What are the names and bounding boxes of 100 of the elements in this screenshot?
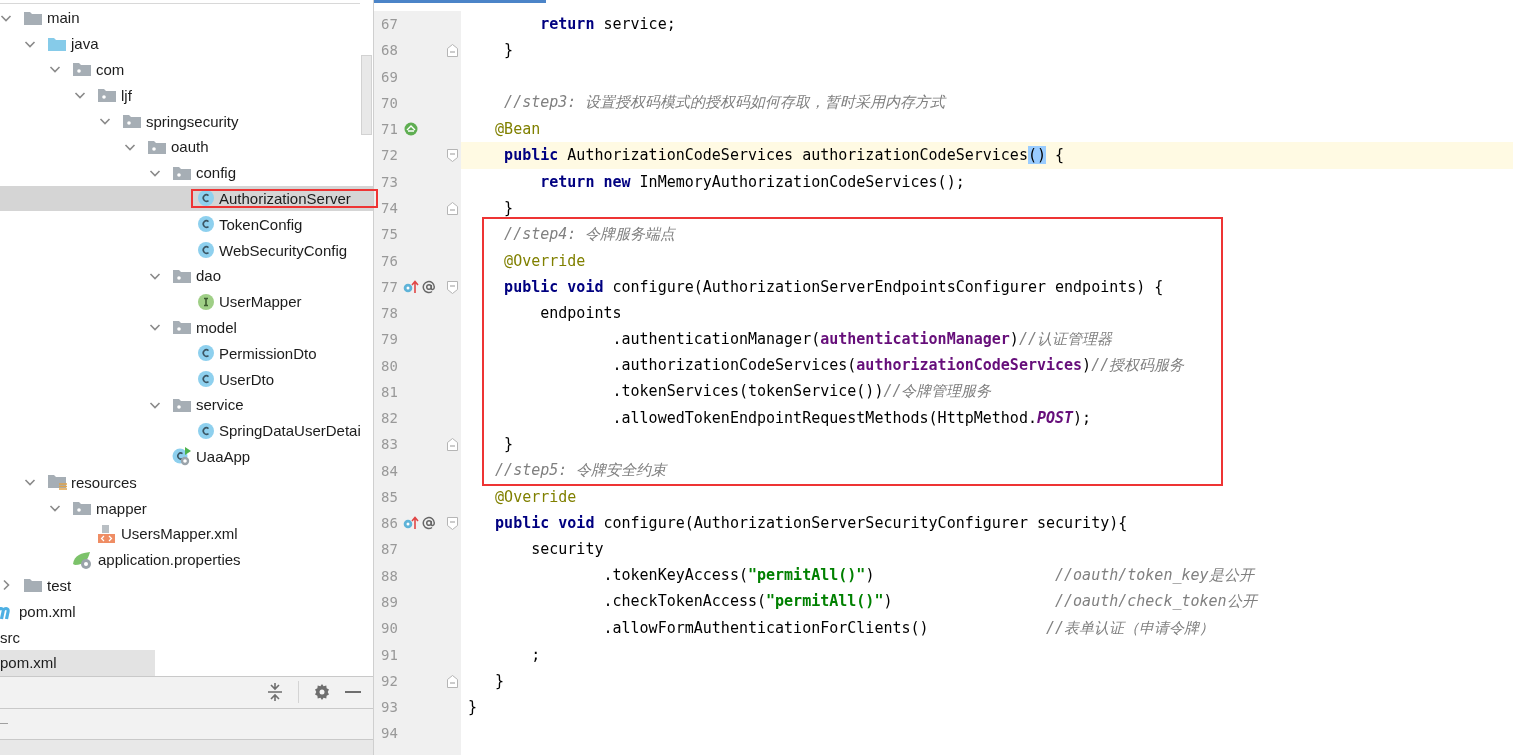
line-number: 87 (381, 541, 399, 558)
tree-item[interactable]: dao (0, 262, 373, 289)
package-icon (72, 500, 92, 517)
tree-item[interactable]: SpringDataUserDetai (0, 417, 373, 444)
line-number: 81 (381, 383, 399, 400)
line-number: 77 (381, 278, 399, 295)
code-line: .allowedTokenEndpointRequestMethods(HttpMethod.POST); (611, 409, 1092, 428)
package-icon (147, 138, 167, 155)
folder-icon (23, 577, 43, 594)
dash-icon (0, 722, 8, 725)
tree-item[interactable]: test (0, 572, 373, 599)
line-number: 74 (381, 200, 399, 216)
fold-marker-icon[interactable] (447, 149, 458, 163)
line-number: 69 (381, 68, 399, 85)
line-number: 79 (381, 331, 399, 348)
tree-item[interactable]: model (0, 314, 373, 341)
code-line: return service; (539, 15, 676, 34)
line-number: 86 (381, 515, 399, 532)
line-number: 82 (381, 410, 399, 427)
code-line: //step3: 设置授权码模式的授权码如何存取，暂时采用内存方式 (503, 93, 946, 113)
line-number: 88 (381, 567, 399, 584)
code-line: //step4: 令牌服务端点 (503, 224, 676, 244)
package-icon (97, 87, 117, 104)
line-number: 90 (381, 620, 399, 637)
tree-item[interactable]: com (0, 56, 373, 83)
package-icon (172, 396, 192, 413)
class-icon (197, 215, 215, 234)
line-number: 89 (381, 593, 399, 610)
xml-file-icon (97, 523, 117, 544)
fold-marker-icon[interactable] (447, 438, 458, 452)
scrollbar-thumb[interactable] (361, 55, 372, 135)
code-line: public void configure(AuthorizationServerSecurityConfigurer security){ (494, 514, 1128, 533)
tree-item[interactable]: TokenConfig (0, 211, 373, 238)
at-sign-icon[interactable] (422, 279, 436, 294)
package-icon (172, 164, 192, 181)
fold-marker-icon[interactable] (447, 517, 458, 531)
settings-icon[interactable] (313, 683, 331, 702)
tree-item[interactable]: java (0, 30, 373, 57)
tree-item[interactable]: ljf (0, 82, 373, 109)
line-number: 93 (381, 699, 399, 716)
tree-item[interactable]: service (0, 391, 373, 418)
at-sign-icon[interactable] (422, 516, 436, 531)
tree-item[interactable]: application.properties (0, 546, 373, 573)
package-icon (172, 267, 192, 284)
project-item[interactable]: pom.xml (0, 649, 155, 676)
run-class-icon (172, 446, 192, 467)
line-number: 91 (381, 646, 399, 663)
fold-marker-icon[interactable] (447, 201, 458, 215)
collapse-all-icon[interactable] (266, 683, 284, 702)
resources-folder-icon (47, 473, 67, 492)
project-item[interactable]: pom.xml (0, 598, 373, 625)
tree-item[interactable]: AuthorizationServer (0, 185, 373, 212)
tree-item[interactable]: mapper (0, 495, 373, 521)
line-number: 67 (381, 16, 399, 33)
package-icon (172, 319, 192, 336)
interface-icon (197, 292, 215, 311)
tree-item[interactable]: UserDto (0, 366, 373, 392)
code-line: .authorizationCodeServices(authorizationCodeServices)//授权码服务 (611, 356, 1185, 376)
line-number: 75 (381, 226, 399, 243)
fold-marker-icon[interactable] (447, 280, 458, 294)
fold-marker-icon[interactable] (447, 674, 458, 688)
override-icon[interactable] (403, 516, 419, 531)
tree-item[interactable]: springsecurity (0, 108, 373, 134)
tree-item[interactable]: PermissionDto (0, 340, 373, 367)
override-icon[interactable] (403, 279, 419, 294)
tree-item[interactable]: UaaApp (0, 443, 373, 470)
class-icon (197, 370, 215, 389)
code-line: } (503, 435, 514, 454)
tree-item[interactable]: config (0, 159, 373, 186)
tree-item[interactable]: main (0, 5, 373, 31)
code-line: } (503, 199, 514, 217)
project-item[interactable]: src (0, 624, 373, 650)
tree-item[interactable]: oauth (0, 134, 373, 160)
line-number: 80 (381, 357, 399, 374)
code-line: security (530, 540, 604, 559)
folder-icon (23, 9, 43, 26)
code-line: @Override (494, 487, 577, 506)
package-icon (122, 113, 142, 130)
tree-item[interactable]: UserMapper (0, 288, 373, 315)
fold-marker-icon[interactable] (447, 44, 458, 58)
code-line: .authenticationManager(authenticationManager)//认证管理器 (611, 329, 1112, 349)
bean-icon[interactable] (403, 122, 419, 137)
code-line: public AuthorizationCodeServices authorizationCodeServices() { (503, 146, 1065, 165)
code-line: return new InMemoryAuthorizationCodeServices(); (539, 172, 965, 191)
class-icon (197, 421, 215, 440)
line-number: 84 (381, 462, 399, 479)
line-number: 92 (381, 672, 399, 689)
code-line: } (494, 671, 505, 690)
tree-item[interactable]: UsersMapper.xml (0, 520, 373, 547)
tree-item[interactable]: WebSecurityConfig (0, 237, 373, 263)
class-icon (197, 241, 215, 260)
line-number: 76 (381, 252, 399, 269)
line-number: 72 (381, 147, 399, 164)
code-line: ; (530, 645, 541, 664)
code-line: @Override (503, 251, 586, 270)
spring-leaf-icon (72, 549, 94, 570)
tree-item[interactable]: resources (0, 469, 373, 496)
line-number: 71 (381, 121, 399, 138)
line-number: 70 (381, 94, 399, 111)
line-number: 85 (381, 488, 399, 505)
